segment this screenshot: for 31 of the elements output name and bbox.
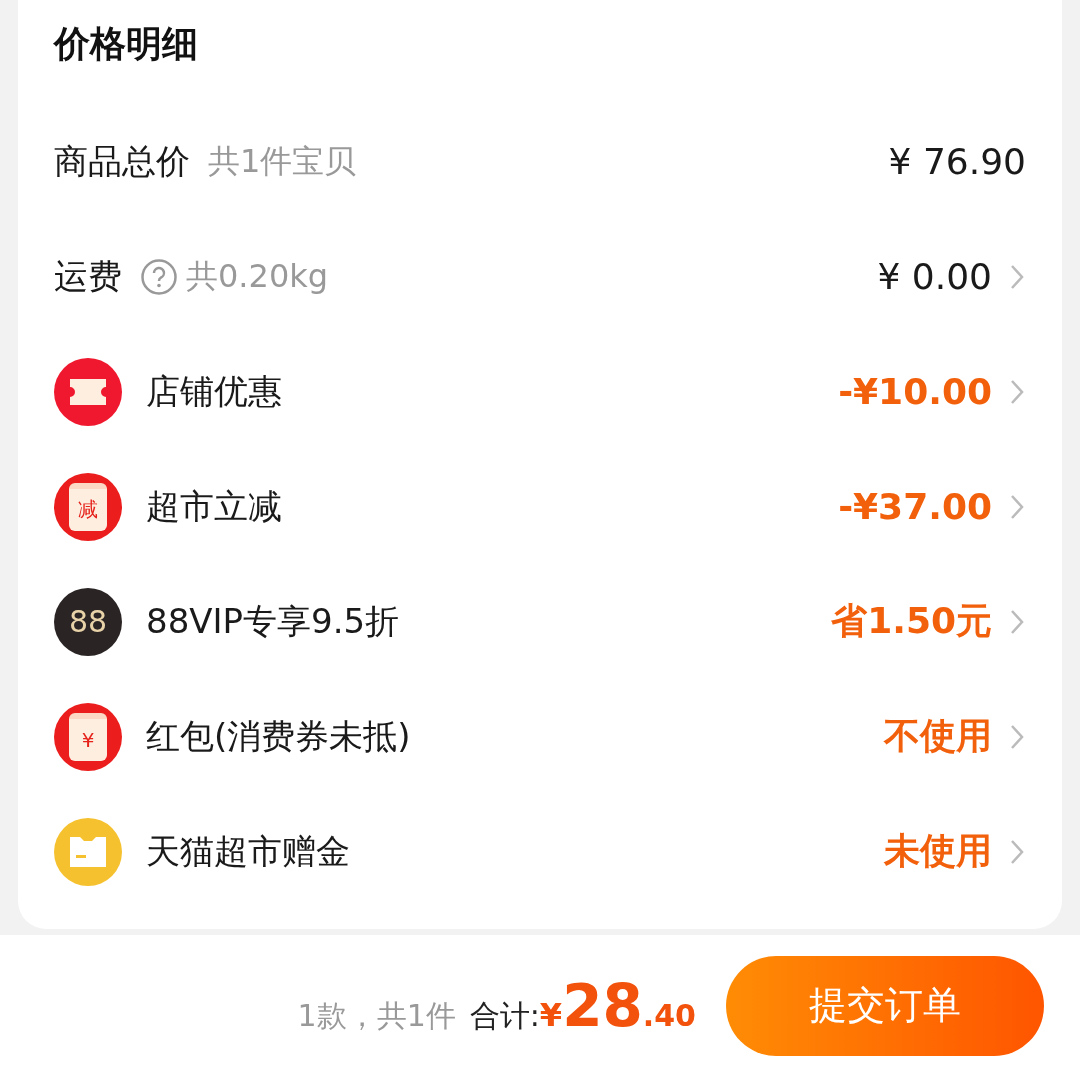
chevron-icon[interactable]	[1010, 263, 1024, 290]
chevron-icon[interactable]	[1010, 838, 1024, 865]
chevron-icon[interactable]	[1010, 378, 1024, 405]
chevron-icon[interactable]	[1010, 493, 1024, 520]
submit-order-button[interactable]: 提交订单	[726, 955, 1044, 1056]
row-value: ¥ 76.90	[888, 141, 1026, 182]
row-label: 88VIP专享9.5折	[146, 599, 400, 643]
vip-badge-icon: 88	[54, 587, 122, 656]
row-label: 红包(消费券未抵)	[146, 714, 411, 758]
chevron-icon[interactable]	[1010, 723, 1024, 750]
envelope-icon: ¥	[54, 702, 122, 771]
total-amount: ¥28.40	[539, 971, 696, 1040]
chevron-icon[interactable]	[1010, 608, 1024, 635]
total-label: 合计:	[469, 996, 540, 1035]
help-icon[interactable]	[140, 257, 178, 296]
row-label: 店铺优惠	[146, 369, 282, 413]
row-note: 共0.20kg	[186, 255, 329, 297]
row-value: ¥ 0.00	[877, 256, 992, 297]
row-value: -¥10.00	[838, 371, 992, 412]
row-label: 商品总价	[54, 139, 190, 183]
section-title: 价格明细	[54, 22, 199, 66]
row-value: 未使用	[884, 829, 992, 873]
row-value: -¥37.00	[838, 486, 992, 527]
row-label: 超市立减	[146, 484, 282, 528]
row-value: 省1.50元	[831, 599, 992, 643]
item-count: 1款，共1件	[297, 996, 456, 1035]
row-value: 不使用	[884, 714, 992, 758]
row-label: 运费	[54, 254, 122, 298]
envelope-icon: 减	[54, 472, 122, 541]
row-note: 共1件宝贝	[208, 140, 357, 182]
row-label: 天猫超市赠金	[146, 829, 350, 873]
